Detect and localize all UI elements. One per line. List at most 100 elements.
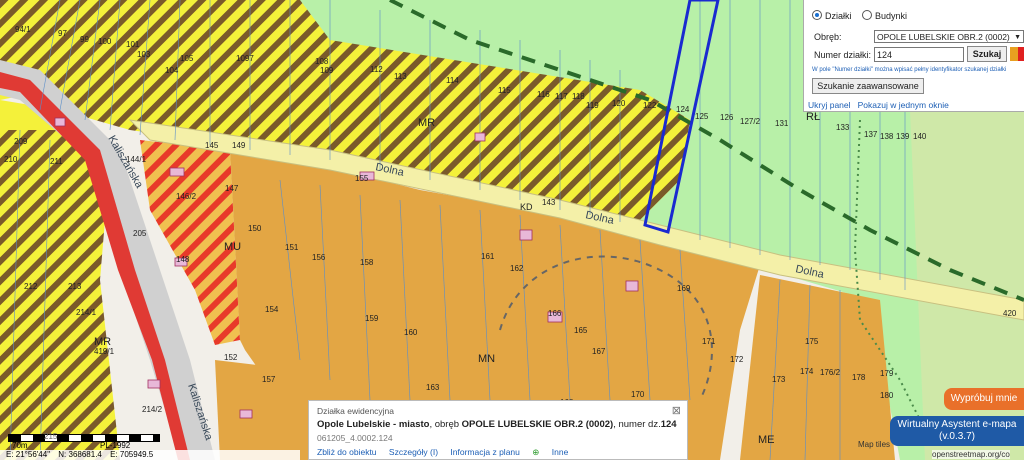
parcel-label: 180 [880, 391, 894, 400]
parcel-label: 171 [702, 337, 716, 346]
parcel-label: 211 [50, 157, 63, 166]
parcel-label: 166 [548, 309, 562, 318]
parcel-label: 149 [232, 141, 246, 150]
parcel-label: 419/1 [94, 347, 115, 356]
popup-precinct: OPOLE LUBELSKIE OBR.2 (0002) [461, 419, 614, 430]
osm-attribution-link[interactable]: openstreetmap.org/co [932, 450, 1010, 459]
parcel-number-input[interactable]: 124 [874, 47, 964, 62]
parcel-label: 116 [537, 90, 550, 99]
parcel-label: 150 [248, 224, 262, 233]
zone-label-rl: RŁ [806, 111, 820, 123]
color-swatch-red-icon[interactable] [1018, 47, 1024, 61]
popup-place: Opole Lubelskie - miasto [317, 419, 430, 430]
parcel-label: 99 [80, 35, 89, 44]
map-tiles-attribution: Map tiles [858, 440, 891, 449]
parcel-label: 161 [481, 252, 495, 261]
parcel-label: 148 [176, 255, 190, 264]
parcel-label: 125 [695, 112, 709, 121]
parcel-label: 172 [730, 355, 744, 364]
details-link[interactable]: Szczegóły (I) [389, 447, 438, 457]
coordinates-readout: E: 21°56'44" N: 368681.4 E: 705949.5 [0, 450, 300, 460]
parcel-label: 118 [572, 92, 585, 101]
coord-n: N: 368681.4 [58, 450, 102, 459]
parcel-label: 140 [913, 132, 927, 141]
close-icon[interactable]: ⊠ [672, 404, 681, 417]
parcel-number-label: Numer działki: [814, 50, 872, 60]
parcel-label: 205 [133, 229, 147, 238]
crs-label: PL-1992 [100, 441, 131, 450]
popup-title: Działka ewidencyjna [317, 406, 395, 416]
parcel-label: 114 [446, 76, 459, 85]
parcel-label: 117 [555, 92, 568, 101]
popup-number: 124 [660, 419, 677, 430]
chevron-down-icon: ▼ [1014, 34, 1021, 41]
parcel-label: 112 [370, 65, 383, 74]
parcel-label: 122 [643, 101, 657, 110]
virtual-assistant-button[interactable]: Wirtualny Asystent e-mapa (v.0.3.7) [890, 416, 1024, 446]
popup-identifier: 061205_4.0002.124 [317, 433, 393, 443]
parcel-label: 210 [4, 155, 18, 164]
coord-e: E: 705949.5 [110, 450, 154, 459]
parcel-label: 137 [864, 130, 878, 139]
parcel-label: 109 [320, 66, 334, 75]
radio-buildings[interactable]: Budynki [862, 10, 907, 21]
zone-label-mn: MN [478, 353, 495, 365]
parcel-info-popup: Działka ewidencyjna ⊠ Opole Lubelskie - … [308, 400, 688, 460]
parcel-label: 158 [360, 258, 374, 267]
parcel-label: 124 [676, 105, 690, 114]
popup-precinct-prefix: , obręb [429, 419, 462, 430]
radio-buildings-dot[interactable] [862, 10, 872, 20]
zone-label-me: ME [758, 434, 775, 446]
parcel-label: 214/2 [142, 405, 163, 414]
assistant-name: Wirtualny Asystent e-mapa [897, 419, 1017, 430]
hide-panel-link[interactable]: Ukryj panel [808, 100, 851, 110]
parcel-label: 133 [836, 123, 850, 132]
panel-links: Ukryj panel Pokazuj w jednym oknie [808, 100, 949, 110]
plus-icon[interactable]: ⊕ [532, 447, 539, 457]
popup-main-line: Opole Lubelskie - miasto, obręb OPOLE LU… [317, 419, 677, 430]
parcel-label: 144/1 [126, 155, 147, 164]
parcel-label: 115 [498, 86, 511, 95]
parcel-label: 155 [355, 174, 369, 183]
parcel-label: 103 [137, 50, 151, 59]
parcel-label: 163 [426, 383, 440, 392]
advanced-search-button[interactable]: Szukanie zaawansowane [812, 78, 924, 94]
parcel-label: 209 [14, 137, 28, 146]
parcel-label: 214/1 [76, 308, 97, 317]
assistant-version: (v.0.3.7) [939, 431, 975, 442]
parcel-label: 176/2 [820, 368, 841, 377]
popup-actions: Zbliż do obiektu Szczegóły (I) Informacj… [317, 447, 578, 458]
parcel-label: 119 [586, 101, 599, 110]
other-link[interactable]: Inne [552, 447, 569, 457]
parcel-label: 108 [315, 57, 329, 66]
plan-info-link[interactable]: Informacja z planu [450, 447, 519, 457]
parcel-label: 101 [126, 40, 140, 49]
search-button[interactable]: Szukaj [967, 46, 1007, 62]
precinct-label: Obręb: [814, 32, 842, 42]
me-zone[interactable] [740, 275, 895, 460]
parcel-label: 159 [365, 314, 379, 323]
parcel-label: 157 [262, 375, 276, 384]
radio-parcels[interactable]: Działki [812, 10, 852, 21]
parcel-label: 169 [677, 284, 691, 293]
precinct-select[interactable]: OPOLE LUBELSKIE OBR.2 (0002) ▼ [874, 30, 1024, 43]
parcel-label: 156 [312, 253, 326, 262]
parcel-label: 146/2 [176, 192, 197, 201]
radio-parcels-dot[interactable] [812, 10, 822, 20]
parcel-label: 160 [404, 328, 418, 337]
radio-parcels-label: Działki [825, 11, 852, 21]
parcel-label: 127/2 [740, 117, 761, 126]
parcel-label: 1097 [236, 54, 254, 63]
popup-number-prefix: , numer dz. [613, 419, 661, 430]
parcel-label: 145 [205, 141, 219, 150]
zone-label-kd: KD [520, 202, 533, 212]
color-swatch-icon[interactable] [1010, 47, 1018, 61]
parcel-label: 139 [896, 132, 910, 141]
parcel-label: 126 [720, 113, 734, 122]
zone-label-mu: MU [224, 241, 241, 253]
try-me-button[interactable]: Wypróbuj mnie [944, 388, 1024, 410]
zoom-to-object-link[interactable]: Zbliż do obiektu [317, 447, 377, 457]
parcel-label: 138 [880, 132, 894, 141]
zone-label-mr-north: MR [418, 117, 435, 129]
show-in-one-window-link[interactable]: Pokazuj w jednym oknie [858, 100, 949, 110]
